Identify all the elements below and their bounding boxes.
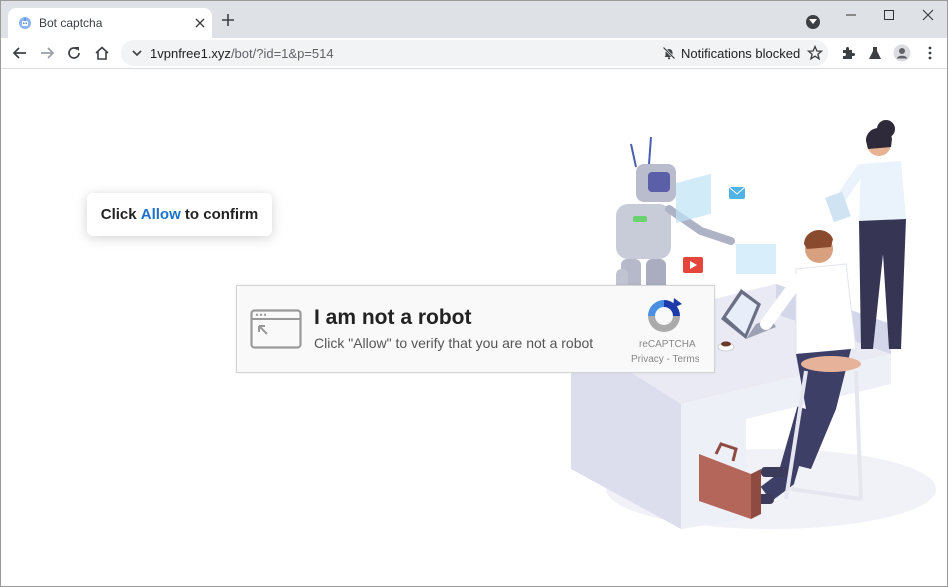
minimize-icon[interactable] (841, 7, 861, 23)
captcha-title: I am not a robot (314, 306, 472, 329)
home-icon[interactable] (93, 44, 111, 62)
captcha-subtitle: Click "Allow" to verify that you are not… (314, 335, 594, 351)
forward-icon[interactable] (38, 44, 56, 62)
click-allow-bubble: Click Allow to confirm (87, 193, 272, 236)
reload-icon[interactable] (65, 44, 83, 62)
captcha-box[interactable]: I am not a robot Click "Allow" to verify… (236, 285, 715, 373)
page-content: Click Allow to confirm I am not a robot … (1, 69, 947, 586)
bell-off-icon (662, 46, 676, 60)
tab-search-icon[interactable] (806, 15, 820, 29)
browser-toolbar: 1vpnfree1.xyz/bot/?id=1&p=514 Notificati… (1, 38, 947, 69)
new-tab-icon[interactable] (221, 13, 235, 27)
back-icon[interactable] (11, 44, 29, 62)
bubble-prefix: Click (100, 206, 141, 223)
tab-strip: Bot captcha (1, 1, 947, 38)
labs-flask-icon[interactable] (867, 45, 883, 61)
extensions-puzzle-icon[interactable] (840, 45, 856, 61)
browser-window: Bot captcha 1vpnfree1.xyz/bot/?id=1&p=51… (0, 0, 948, 587)
bookmark-star-icon[interactable] (807, 45, 823, 61)
menu-kebab-icon[interactable] (922, 45, 938, 61)
url-text[interactable]: 1vpnfree1.xyz/bot/?id=1&p=514 (150, 46, 334, 61)
tab-bot-captcha[interactable]: Bot captcha (8, 8, 212, 38)
robot-favicon-icon (19, 17, 31, 29)
bubble-allow-text: Allow (140, 206, 181, 223)
address-bar[interactable]: 1vpnfree1.xyz/bot/?id=1&p=514 Notificati… (121, 40, 828, 66)
recaptcha-logo-icon (648, 298, 682, 332)
chevron-down-icon[interactable] (130, 46, 144, 60)
recaptcha-brand: reCAPTCHA (639, 339, 696, 350)
browser-window-icon (250, 309, 302, 349)
tab-title: Bot captcha (39, 16, 103, 30)
close-tab-icon[interactable] (192, 15, 208, 31)
bubble-suffix: to confirm (180, 206, 259, 223)
close-window-icon[interactable] (918, 7, 938, 23)
notifications-blocked-label: Notifications blocked (681, 46, 801, 61)
profile-avatar-icon[interactable] (893, 44, 911, 62)
maximize-icon[interactable] (879, 7, 899, 23)
recaptcha-privacy-terms[interactable]: Privacy - Terms (631, 354, 699, 365)
